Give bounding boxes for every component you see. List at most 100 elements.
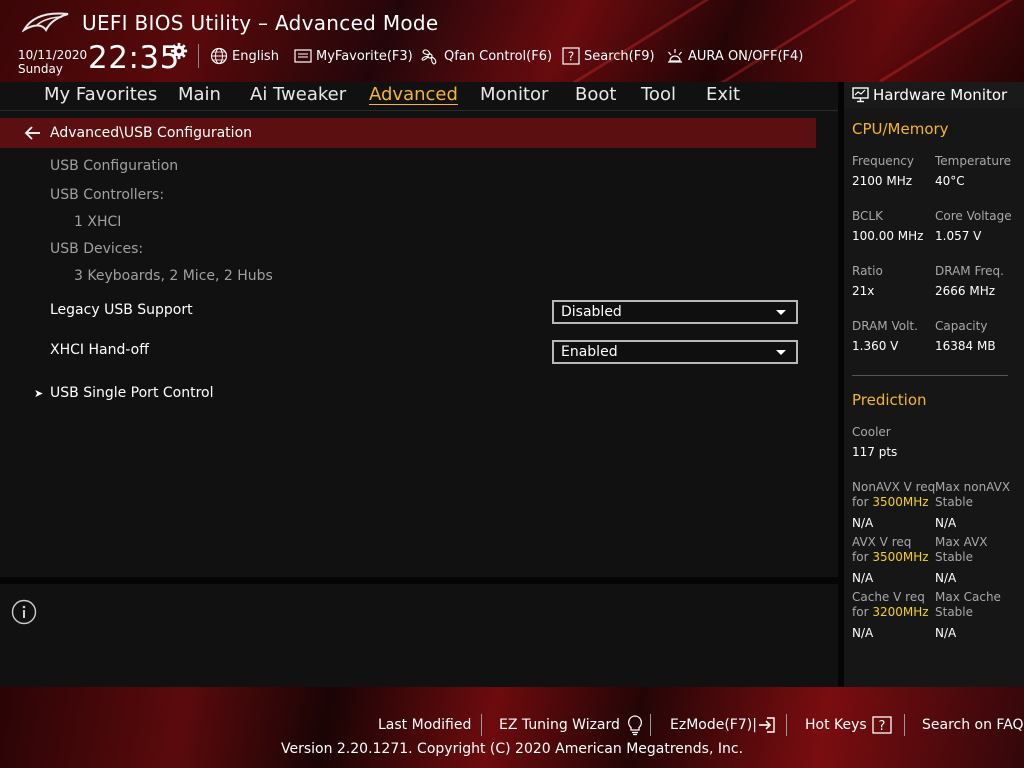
capacity-label: Capacity — [935, 319, 988, 333]
breadcrumb-path: Advanced\USB Configuration — [50, 125, 253, 141]
dram-freq-value: 2666 MHz — [935, 284, 996, 298]
cache-req-label: Cache V req for 3200MHz — [852, 590, 929, 620]
max-nonavx-label: Max nonAVX Stable — [935, 480, 1010, 510]
favorite-icon — [294, 49, 312, 63]
back-arrow-icon[interactable] — [24, 125, 42, 141]
xhci-handoff-value: Enabled — [561, 344, 618, 360]
chevron-down-icon — [776, 350, 786, 355]
max-cache-label: Max Cache Stable — [935, 590, 1001, 620]
xhci-handoff-dropdown[interactable]: Enabled — [552, 340, 798, 364]
hot-keys-button[interactable]: Hot Keys ? — [805, 715, 892, 735]
usb-single-port-control-link[interactable]: USB Single Port Control — [50, 385, 214, 401]
nonavx-req-value: N/A — [852, 516, 874, 530]
dram-freq-label: DRAM Freq. — [935, 264, 1004, 278]
bclk-label: BCLK — [852, 209, 883, 223]
search-on-faq-label: Search on FAQ — [922, 717, 1024, 733]
tab-advanced[interactable]: Advanced — [369, 84, 458, 105]
aura-icon — [668, 49, 682, 63]
cache-req-freq: 3200MHz — [872, 605, 929, 619]
max-cache-stable: Stable — [935, 605, 974, 619]
date-text: 10/11/2020 — [18, 48, 88, 62]
day-text: Sunday — [18, 62, 63, 76]
language-button[interactable]: English — [210, 46, 279, 66]
search-on-faq-button[interactable]: Search on FAQ — [922, 715, 1024, 735]
hot-keys-label: Hot Keys — [805, 717, 867, 733]
last-modified-button[interactable]: Last Modified — [378, 715, 471, 735]
language-label: English — [232, 48, 279, 64]
avx-req-label: AVX V req for 3500MHz — [852, 535, 929, 565]
qfan-control-button[interactable]: Qfan Control(F6) — [420, 46, 552, 66]
max-cache-value: N/A — [935, 626, 957, 640]
dram-volt-label: DRAM Volt. — [852, 319, 918, 333]
bclk-value: 100.00 MHz — [852, 229, 924, 243]
tab-tool[interactable]: Tool — [641, 84, 676, 105]
svg-text:?: ? — [568, 50, 574, 64]
max-avx-label: Max AVX Stable — [935, 535, 988, 565]
info-separator — [0, 577, 838, 584]
max-nonavx-stable: Stable — [935, 495, 974, 509]
cooler-label: Cooler — [852, 425, 891, 439]
cache-req-title: Cache V req — [852, 590, 925, 604]
cache-req-for: for — [852, 605, 869, 619]
tab-ai-tweaker[interactable]: Ai Tweaker — [250, 84, 346, 105]
help-info-panel — [0, 584, 838, 687]
submenu-arrow-icon: ➤ — [34, 387, 44, 400]
app-title: UEFI BIOS Utility – Advanced Mode — [82, 11, 439, 35]
core-voltage-label: Core Voltage — [935, 209, 1012, 223]
legacy-usb-support-label: Legacy USB Support — [50, 302, 193, 318]
tab-exit[interactable]: Exit — [706, 84, 740, 105]
max-avx-title: Max AVX — [935, 535, 988, 549]
frequency-label: Frequency — [852, 154, 914, 168]
tab-my-favorites[interactable]: My Favorites — [44, 84, 157, 105]
usb-devices-label: USB Devices: — [50, 241, 144, 257]
capacity-value: 16384 MB — [935, 339, 996, 353]
rog-logo-icon — [22, 12, 69, 33]
date-display: 10/11/2020 Sunday — [18, 48, 87, 76]
footer-separator — [481, 714, 482, 736]
usb-controllers-label: USB Controllers: — [50, 187, 165, 203]
clock-time: 22:35 — [88, 40, 180, 76]
nonavx-req-freq: 3500MHz — [872, 495, 929, 509]
main-content-panel: Advanced\USB Configuration USB Configura… — [0, 111, 838, 577]
hardware-monitor-header: Hardware Monitor — [844, 82, 1024, 108]
usb-configuration-heading: USB Configuration — [50, 158, 179, 174]
hardware-monitor-panel: Hardware Monitor CPU/Memory Frequency 21… — [844, 82, 1024, 687]
tab-boot[interactable]: Boot — [575, 84, 616, 105]
footer-separator — [904, 714, 905, 736]
dram-volt-value: 1.360 V — [852, 339, 899, 353]
myfavorite-label: MyFavorite(F3) — [316, 48, 413, 64]
legacy-usb-support-value: Disabled — [561, 304, 622, 320]
globe-icon — [210, 47, 228, 65]
header-separator — [198, 44, 199, 68]
ez-tuning-wizard-button[interactable]: EZ Tuning Wizard — [499, 715, 645, 736]
settings-gear-icon[interactable] — [170, 42, 188, 60]
search-help-icon: ? — [562, 47, 580, 65]
ez-mode-label: EzMode(F7)| — [670, 717, 757, 733]
search-button[interactable]: ? Search(F9) — [562, 46, 655, 66]
footer-separator — [786, 714, 787, 736]
nonavx-req-freq-line: for 3500MHz — [852, 495, 935, 510]
last-modified-label: Last Modified — [378, 717, 472, 733]
breadcrumb[interactable]: Advanced\USB Configuration — [0, 118, 816, 148]
xhci-handoff-label: XHCI Hand-off — [50, 342, 149, 358]
aura-label: AURA ON/OFF(F4) — [688, 48, 804, 64]
cpu-memory-heading: CPU/Memory — [852, 120, 949, 138]
copyright-text: Version 2.20.1271. Copyright (C) 2020 Am… — [280, 741, 744, 757]
tab-main[interactable]: Main — [178, 84, 221, 105]
ez-mode-button[interactable]: EzMode(F7)| — [670, 715, 776, 735]
search-label: Search(F9) — [584, 48, 655, 64]
frequency-value: 2100 MHz — [852, 174, 913, 188]
nonavx-req-title: NonAVX V req — [852, 480, 936, 494]
myfavorite-button[interactable]: MyFavorite(F3) — [294, 46, 413, 66]
usb-controllers-value: 1 XHCI — [74, 214, 122, 230]
help-question-icon: ? — [872, 716, 892, 734]
temperature-value: 40°C — [935, 174, 965, 188]
svg-text:?: ? — [878, 719, 885, 734]
header-bar: UEFI BIOS Utility – Advanced Mode 10/11/… — [0, 0, 1024, 82]
lightbulb-icon — [627, 715, 642, 736]
core-voltage-value: 1.057 V — [935, 229, 982, 243]
legacy-usb-support-dropdown[interactable]: Disabled — [552, 300, 798, 324]
aura-toggle-button[interactable]: AURA ON/OFF(F4) — [666, 46, 803, 66]
nonavx-req-for: for — [852, 495, 869, 509]
tab-monitor[interactable]: Monitor — [480, 84, 548, 105]
